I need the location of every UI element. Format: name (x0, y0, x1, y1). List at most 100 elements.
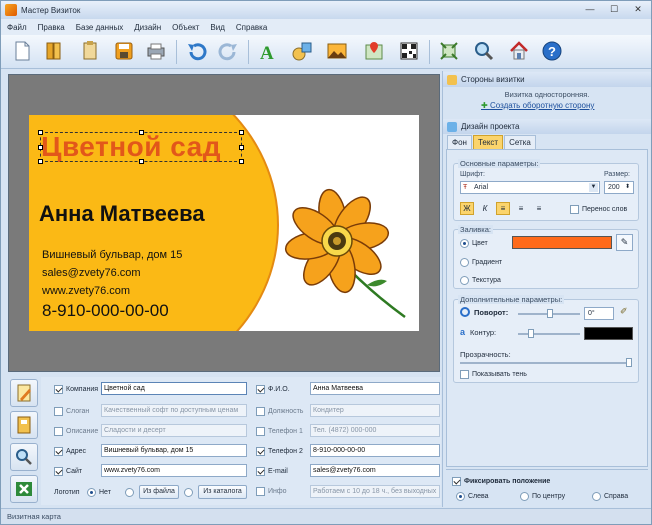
align-left-icon[interactable]: ≡ (496, 202, 510, 215)
address-book-icon[interactable] (10, 411, 38, 439)
menu-file[interactable]: Файл (7, 23, 27, 32)
contour-slider[interactable] (518, 329, 580, 338)
rotation-slider-thumb[interactable] (547, 309, 553, 318)
add-shape-icon[interactable] (289, 38, 315, 64)
menu-help[interactable]: Справка (236, 23, 267, 32)
eyedropper-icon[interactable]: ✎ (616, 234, 633, 251)
fio-checkbox[interactable] (256, 384, 265, 394)
menu-edit[interactable]: Правка (38, 23, 65, 32)
logo-none-radio[interactable] (87, 487, 96, 497)
add-text-icon[interactable]: A (254, 38, 280, 64)
close-button[interactable]: ✕ (627, 2, 649, 17)
brush-icon[interactable]: ✐ (620, 306, 628, 317)
fill-texture-radio[interactable] (460, 275, 469, 285)
company-checkbox[interactable] (54, 384, 63, 394)
tab-background[interactable]: Фон (447, 135, 472, 149)
logo-file-radio[interactable] (125, 487, 134, 497)
tab-grid[interactable]: Сетка (504, 135, 536, 149)
fix-left-radio[interactable] (456, 491, 465, 501)
from-file-button[interactable]: Из файла (139, 485, 179, 499)
print-icon[interactable] (143, 38, 169, 64)
bold-button[interactable]: Ж (460, 202, 474, 215)
excel-icon[interactable] (10, 475, 38, 503)
fill-texture-option[interactable]: Текстура (460, 272, 501, 288)
resize-handle[interactable] (239, 130, 244, 135)
add-qr-icon[interactable] (396, 38, 422, 64)
business-card[interactable]: Цветной сад Анна Матвеева Вишневый бульв… (29, 115, 419, 331)
search-users-icon[interactable] (10, 443, 38, 471)
fix-position-option[interactable]: Фиксировать положение (452, 473, 550, 489)
fix-right-option[interactable]: Справа (592, 488, 628, 504)
address-checkbox[interactable] (54, 446, 63, 456)
new-doc-icon[interactable] (9, 38, 35, 64)
info-input[interactable]: Работаем с 10 до 18 ч., без выходных (310, 485, 440, 498)
templates-icon[interactable] (77, 38, 103, 64)
position-checkbox[interactable] (256, 406, 265, 416)
transparency-slider-thumb[interactable] (626, 358, 632, 367)
tab-text[interactable]: Текст (472, 135, 504, 149)
fill-color-swatch[interactable] (512, 236, 612, 249)
fill-gradient-radio[interactable] (460, 257, 469, 267)
fix-center-radio[interactable] (520, 491, 529, 501)
fio-input[interactable]: Анна Матвеева (310, 382, 440, 395)
add-map-icon[interactable] (361, 38, 387, 64)
fix-right-radio[interactable] (592, 491, 601, 501)
contour-color-swatch[interactable] (584, 327, 633, 340)
phone2-checkbox[interactable] (256, 446, 265, 456)
card-email-text[interactable]: sales@zvety76.com (42, 267, 141, 279)
zoom-icon[interactable] (471, 38, 497, 64)
email-input[interactable]: sales@zvety76.com (310, 464, 440, 477)
fix-center-option[interactable]: По центру (520, 488, 565, 504)
create-back-link[interactable]: ✚ Создать оборотную сторону (481, 101, 594, 110)
menu-view[interactable]: Вид (210, 23, 224, 32)
slogan-checkbox[interactable] (54, 406, 63, 416)
resize-handle[interactable] (139, 130, 144, 135)
logo-file-option[interactable] (125, 484, 134, 500)
fill-color-option[interactable]: Цвет (460, 235, 488, 251)
home-icon[interactable] (506, 38, 532, 64)
shadow-option[interactable]: Показывать тень (460, 366, 527, 382)
menu-design[interactable]: Дизайн (134, 23, 161, 32)
design-header[interactable]: Дизайн проекта (443, 119, 651, 134)
card-site-text[interactable]: www.zvety76.com (42, 285, 130, 297)
fill-color-radio[interactable] (460, 238, 469, 248)
menu-database[interactable]: Базе данных (76, 23, 124, 32)
edit-text-icon[interactable] (10, 379, 38, 407)
card-phone-text[interactable]: 8-910-000-00-00 (42, 301, 169, 321)
wrap-checkbox[interactable] (570, 204, 579, 214)
help-icon[interactable]: ? (539, 38, 565, 64)
resize-handle[interactable] (38, 159, 43, 164)
resize-handle[interactable] (239, 159, 244, 164)
info-checkbox[interactable] (256, 486, 265, 496)
logo-catalog-option[interactable] (184, 484, 193, 500)
fix-left-option[interactable]: Слева (456, 488, 489, 504)
add-image-icon[interactable] (324, 38, 350, 64)
card-name-text[interactable]: Анна Матвеева (39, 201, 205, 227)
align-right-icon[interactable]: ≡ (532, 202, 546, 215)
selection-box[interactable] (38, 130, 244, 164)
save-icon[interactable] (111, 38, 137, 64)
italic-button[interactable]: К (478, 202, 492, 215)
size-stepper[interactable]: 200 ⬍ (604, 181, 634, 194)
resize-handle[interactable] (139, 159, 144, 164)
description-input[interactable]: Сладости и десерт (101, 424, 247, 437)
font-select[interactable]: Ŧ Arial ▼ (460, 181, 600, 194)
transparency-slider[interactable] (460, 358, 632, 367)
phone1-checkbox[interactable] (256, 426, 265, 436)
design-canvas[interactable]: Цветной сад Анна Матвеева Вишневый бульв… (8, 74, 440, 372)
email-checkbox[interactable] (256, 466, 265, 476)
slogan-input[interactable]: Качественный софт по доступным ценам (101, 404, 247, 417)
position-input[interactable]: Кондитер (310, 404, 440, 417)
from-catalog-button[interactable]: Из каталога (198, 485, 247, 499)
description-checkbox[interactable] (54, 426, 63, 436)
card-address-text[interactable]: Вишневый бульвар, дом 15 (42, 249, 182, 261)
flower-image[interactable] (279, 181, 414, 321)
redo-icon[interactable] (216, 38, 242, 64)
rotation-input[interactable]: 0° (584, 307, 614, 320)
minimize-button[interactable]: — (579, 2, 601, 17)
address-input[interactable]: Вишневый бульвар, дом 15 (101, 444, 247, 457)
resize-handle[interactable] (38, 130, 43, 135)
align-center-icon[interactable]: ≡ (514, 202, 528, 215)
sides-header[interactable]: Стороны визитки (443, 72, 651, 87)
site-input[interactable]: www.zvety76.com (101, 464, 247, 477)
